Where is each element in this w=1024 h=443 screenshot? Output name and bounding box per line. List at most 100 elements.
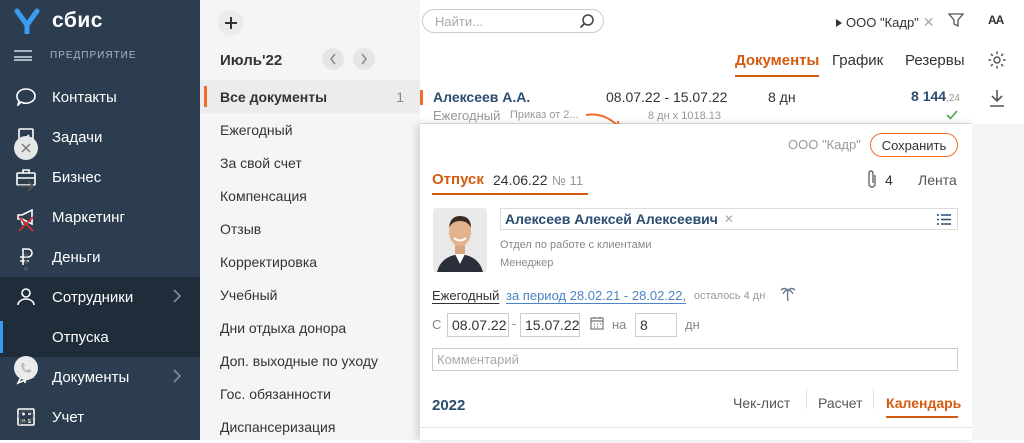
doc-title: Отпуск: [432, 171, 484, 188]
filter-icon[interactable]: [948, 12, 964, 28]
employee-position: Менеджер: [500, 257, 554, 269]
category-item[interactable]: Компенсация: [200, 179, 420, 212]
panel-org[interactable]: ООО "Кадр": [788, 137, 861, 152]
call-button[interactable]: [14, 356, 38, 380]
tab-reserves[interactable]: Резервы: [905, 52, 965, 69]
tab-calendar-underline: [886, 416, 958, 418]
category-item[interactable]: Ежегодный: [200, 113, 420, 146]
close-icon: [21, 143, 31, 153]
chevron-right-icon[interactable]: [172, 368, 182, 389]
divider: [420, 427, 972, 428]
category-item[interactable]: За свой счет: [200, 146, 420, 179]
search-icon[interactable]: [579, 13, 595, 29]
row-order: Приказ от 2...: [510, 109, 579, 121]
logo[interactable]: сбис: [14, 8, 103, 34]
vacation-period-link[interactable]: за период 28.02.21 - 28.02.22,: [506, 288, 686, 303]
prev-period-button[interactable]: [322, 48, 344, 70]
category-item[interactable]: Диспансеризация: [200, 410, 420, 443]
sidebar-item-contacts[interactable]: Контакты: [0, 77, 200, 117]
title-underline: [432, 193, 588, 195]
vacation-type[interactable]: Ежегодный: [432, 288, 499, 303]
tab-calculation[interactable]: Расчет: [818, 395, 863, 411]
row-marker: [420, 90, 423, 105]
days-input[interactable]: 8: [635, 313, 677, 337]
check-icon: [946, 110, 958, 120]
chevron-left-icon: [330, 53, 336, 65]
category-all[interactable]: Все документы 1: [200, 80, 420, 113]
chat-button[interactable]: [14, 405, 38, 429]
days-unit: дн: [685, 317, 700, 332]
chevron-right-icon: [361, 53, 367, 65]
panel-actions: [972, 124, 1024, 440]
next-button[interactable]: [14, 174, 38, 198]
calendar-year[interactable]: 2022: [432, 397, 465, 414]
gear-icon[interactable]: [987, 50, 1007, 70]
list-icon[interactable]: [937, 214, 951, 225]
period-label[interactable]: Июль'22: [220, 52, 282, 69]
tab-divider: [806, 389, 807, 409]
employee-field[interactable]: Алексеев Алексей Алексеевич ✕: [500, 208, 958, 230]
tab-checklist[interactable]: Чек-лист: [733, 395, 790, 411]
table-row[interactable]: Алексеев А.А. 08.07.22 - 15.07.22 8 дн 8…: [420, 80, 972, 124]
employees-icon: [14, 287, 38, 307]
palm-tree-icon[interactable]: [779, 284, 797, 302]
category-item[interactable]: Отзыв: [200, 212, 420, 245]
attachments-count: 4: [885, 172, 893, 188]
doc-date[interactable]: 24.06.22: [493, 172, 548, 188]
phone-icon: [21, 363, 31, 373]
date-to-input[interactable]: 15.07.22: [520, 313, 580, 337]
close-button[interactable]: [14, 136, 38, 160]
more-button[interactable]: [14, 250, 38, 274]
next-period-button[interactable]: [353, 48, 375, 70]
employee-name: Алексеев Алексей Алексеевич: [505, 211, 718, 227]
doc-number[interactable]: № 11: [552, 173, 583, 188]
save-button[interactable]: Сохранить: [870, 133, 958, 157]
row-employee-name: Алексеев А.А.: [433, 89, 531, 105]
category-item[interactable]: Дни отдыха донора: [200, 311, 420, 344]
category-item[interactable]: Гос. обязанности: [200, 377, 420, 410]
on-label: на: [612, 317, 627, 332]
tab-documents[interactable]: Документы: [735, 52, 820, 77]
chevron-right-icon[interactable]: [172, 288, 182, 309]
tab-calendar[interactable]: Календарь: [886, 395, 961, 411]
chat-icon: [18, 409, 34, 425]
add-button[interactable]: [218, 10, 244, 36]
triangle-right-icon: [836, 18, 842, 27]
contacts-icon: [14, 87, 38, 107]
employee-department: Отдел по работе с клиентами: [500, 239, 652, 251]
font-size-toggle[interactable]: AA: [988, 13, 1004, 27]
tab-schedule[interactable]: График: [832, 52, 883, 69]
clear-icon[interactable]: ✕: [724, 212, 734, 226]
avatar: [433, 208, 487, 272]
sidebar-subtitle: ПРЕДПРИЯТИЕ: [14, 50, 137, 61]
download-icon[interactable]: [988, 88, 1006, 108]
search-input[interactable]: Найти...: [422, 9, 604, 33]
category-item[interactable]: Доп. выходные по уходу: [200, 344, 420, 377]
arrow-right-icon: [18, 180, 35, 192]
org-filter[interactable]: ООО "Кадр" ✕: [836, 14, 935, 31]
calendar-icon[interactable]: [590, 316, 604, 330]
category-item[interactable]: Учебный: [200, 278, 420, 311]
from-label: С: [432, 317, 442, 332]
row-days: 8 дн: [768, 89, 796, 105]
plus-icon: [225, 17, 237, 29]
sbis-logo-icon: [14, 8, 40, 34]
feed-button[interactable]: Лента: [918, 172, 957, 188]
logo-text: сбис: [52, 9, 103, 32]
employee-photo: [433, 208, 487, 272]
menu-icon[interactable]: [14, 50, 32, 61]
row-amount: 8 144,24: [911, 88, 960, 104]
category-count: 1: [396, 88, 404, 105]
sidebar-item-employees[interactable]: Сотрудники: [0, 277, 200, 317]
sidebar-item-vacations[interactable]: Отпуска: [0, 317, 200, 357]
row-period: 08.07.22 - 15.07.22: [606, 89, 728, 105]
delete-icon: [18, 216, 34, 232]
date-from-input[interactable]: 08.07.22: [447, 313, 509, 337]
clear-icon[interactable]: ✕: [923, 14, 935, 31]
paperclip-icon[interactable]: [866, 169, 878, 189]
category-item[interactable]: Корректировка: [200, 245, 420, 278]
delete-button[interactable]: [14, 212, 38, 236]
date-separator: -: [512, 316, 517, 331]
comment-input[interactable]: Комментарий: [432, 348, 958, 371]
row-type: Ежегодный: [433, 108, 501, 123]
